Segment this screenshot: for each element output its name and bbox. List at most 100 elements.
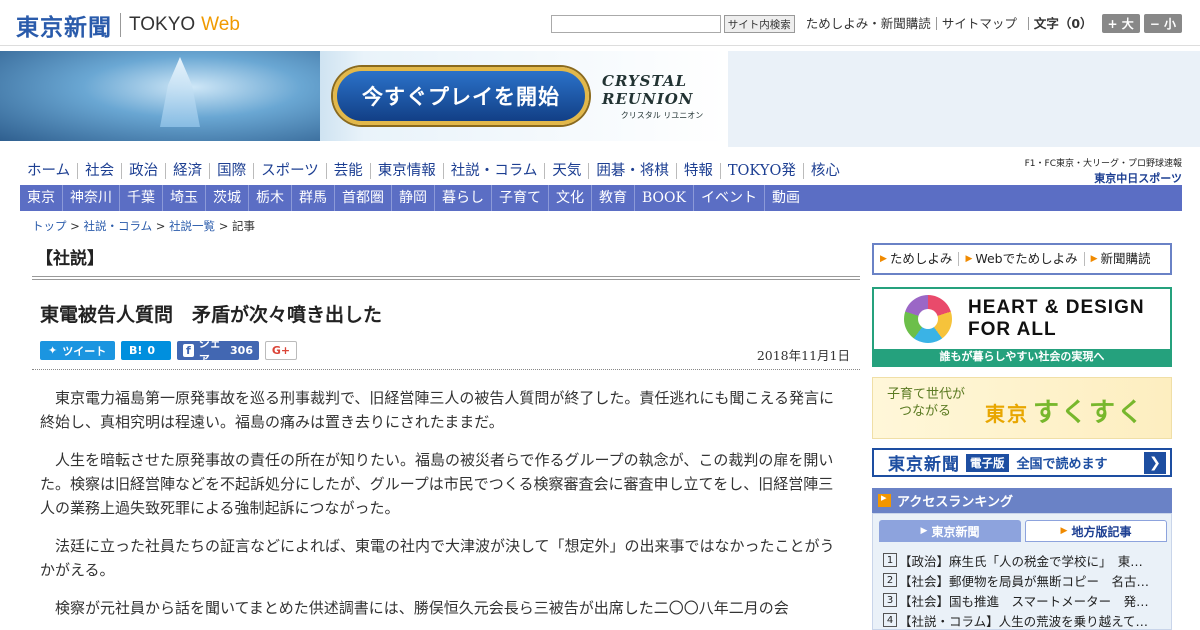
facebook-share-label: シェア: [198, 336, 221, 366]
trial-read-link[interactable]: ▶ ためしよみ: [874, 252, 958, 266]
subscribe-label: 新聞購読: [1100, 251, 1151, 266]
ranking-item[interactable]: 2 【社会】郵便物を局員が無断コピー 名古…: [883, 570, 1165, 590]
facebook-share-count: 306: [230, 344, 253, 357]
tab-label: 地方版記事: [1071, 524, 1132, 539]
digital-edition-tag: 電子版: [966, 453, 1009, 472]
subscribe-link[interactable]: ▶ 新聞購読: [1083, 251, 1157, 266]
facebook-icon: f: [183, 344, 194, 357]
nav-secondary-item-13[interactable]: BOOK: [634, 185, 693, 211]
nav-primary-item-11[interactable]: 特報: [675, 163, 720, 179]
web-trial-read-link[interactable]: ▶ Webでためしよみ: [958, 252, 1083, 266]
nav-primary-item-4[interactable]: 国際: [209, 163, 253, 179]
nav-secondary-item-4[interactable]: 茨城: [205, 185, 248, 211]
breadcrumb-top[interactable]: トップ: [32, 219, 67, 233]
tab-tokyo-shimbun[interactable]: ▶ 東京新聞: [879, 520, 1021, 542]
ranking-header: アクセスランキング: [872, 488, 1172, 513]
ranking-item[interactable]: 3 【社会】国も推進 スマートメーター 発…: [883, 590, 1165, 610]
ranking-title: アクセスランキング: [897, 495, 1013, 510]
nav-secondary-item-3[interactable]: 埼玉: [162, 185, 205, 211]
logo-en: TOKYO: [129, 14, 196, 35]
top-link-sitemap[interactable]: サイトマップ: [935, 17, 1022, 30]
rank-text: 【社会】国も推進 スマートメーター 発…: [899, 593, 1149, 609]
arrow-icon: ▶: [920, 526, 928, 536]
subscription-links: ▶ ためしよみ ▶ Webでためしよみ ▶ 新聞購読: [872, 243, 1172, 275]
tweet-label: ツイート: [62, 344, 107, 358]
breadcrumb-separator: >: [152, 219, 170, 233]
banner-game-logo: CRYSTAL REUNION クリスタル リユニオン: [602, 65, 722, 127]
tab-label: 東京新聞: [931, 524, 980, 539]
tweet-button[interactable]: ✦ ツイート: [40, 341, 115, 360]
nav-primary-item-8[interactable]: 社説・コラム: [442, 163, 545, 179]
nav-primary-item-6[interactable]: 芸能: [325, 163, 370, 179]
twitter-icon: ✦: [48, 344, 58, 357]
chevron-right-icon: ❯: [1144, 452, 1166, 474]
nav-secondary-item-8[interactable]: 静岡: [391, 185, 434, 211]
nav-secondary-item-15[interactable]: 動画: [763, 185, 807, 211]
top-link-subscribe[interactable]: ためしよみ・新聞購読: [801, 17, 936, 30]
banner-artwork: [0, 51, 320, 141]
section-label: 【社説】: [36, 249, 104, 269]
hatena-bookmark-button[interactable]: B! 0: [121, 341, 171, 360]
heart-design-caption: 誰もが暮らしやすい社会の実現へ: [874, 349, 1170, 365]
chunichi-sports-link[interactable]: F1・FC東京・大リーグ・プロ野球速報 東京中日スポーツ: [1025, 156, 1182, 186]
google-plus-button[interactable]: G+: [265, 341, 297, 360]
nav-secondary-item-9[interactable]: 暮らし: [434, 185, 491, 211]
nav-primary-item-5[interactable]: スポーツ: [253, 163, 326, 179]
article-paragraph: 検察が元社員から話を聞いてまとめた供述調書には、勝俣恒久元会長ら三被告が出席した…: [55, 599, 789, 617]
font-size-up-button[interactable]: + 大: [1101, 14, 1140, 33]
header-side-background: [728, 51, 1200, 147]
sukusuku-tagline-2: つながる: [899, 404, 952, 419]
social-share-bar: ✦ ツイート B! 0 f シェア 306 G+: [40, 337, 303, 366]
nav-primary-item-7[interactable]: 東京情報: [369, 163, 443, 179]
nav-primary-item-9[interactable]: 天気: [544, 163, 588, 179]
font-size-down-button[interactable]: − 小: [1143, 14, 1182, 33]
banner-play-button[interactable]: 今すぐプレイを開始: [333, 67, 589, 125]
nav-primary-item-1[interactable]: 社会: [77, 163, 121, 179]
nav-secondary-item-6[interactable]: 群馬: [291, 185, 334, 211]
facebook-share-button[interactable]: f シェア 306: [177, 337, 259, 366]
ad-banner[interactable]: 今すぐプレイを開始 CRYSTAL REUNION クリスタル リユニオン: [0, 51, 728, 141]
nav-secondary-item-5[interactable]: 栃木: [248, 185, 291, 211]
heart-design-banner[interactable]: HEART & DESIGN FOR ALL 誰もが暮らしやすい社会の実現へ: [872, 287, 1172, 367]
nav-primary-item-10[interactable]: 囲碁・将棋: [588, 163, 676, 179]
nav-primary-item-12[interactable]: TOKYO発: [719, 163, 803, 179]
chunichi-sports-tagline: F1・FC東京・大リーグ・プロ野球速報: [1024, 159, 1182, 169]
site-logo[interactable]: 東京新聞 TOKYO Web: [16, 8, 240, 42]
nav-secondary-item-1[interactable]: 神奈川: [62, 185, 119, 211]
rank-number: 2: [883, 573, 897, 587]
nav-primary-item-3[interactable]: 経済: [165, 163, 209, 179]
article-date: 2018年11月1日: [756, 348, 850, 363]
breadcrumb-separator: >: [215, 219, 233, 233]
ranking-item[interactable]: 1 【政治】麻生氏「人の税金で学校に」 東…: [883, 550, 1165, 570]
digital-edition-text: 全国で読めます: [1016, 457, 1108, 472]
sukusuku-banner[interactable]: 子育て世代が つながる 東京 すくすく: [872, 377, 1172, 439]
sukusuku-city: 東京: [985, 402, 1029, 426]
nav-secondary-item-14[interactable]: イベント: [692, 185, 764, 211]
digital-edition-banner[interactable]: 東京新聞 電子版 全国で読めます ❯: [872, 448, 1172, 477]
trial-read-label: ためしよみ: [889, 251, 953, 266]
breadcrumb-current: 記事: [232, 219, 256, 233]
nav-secondary-item-11[interactable]: 文化: [548, 185, 591, 211]
nav-secondary-item-0[interactable]: 東京: [20, 185, 62, 211]
nav-secondary-item-10[interactable]: 子育て: [491, 185, 548, 211]
tab-local-edition[interactable]: ▶ 地方版記事: [1025, 520, 1167, 542]
nav-secondary-item-2[interactable]: 千葉: [119, 185, 162, 211]
rank-text: 【政治】麻生氏「人の税金で学校に」 東…: [899, 553, 1143, 569]
rank-number: 3: [883, 593, 897, 607]
nav-primary-item-2[interactable]: 政治: [121, 163, 165, 179]
nav-primary-item-0[interactable]: ホーム: [20, 163, 77, 179]
article-paragraph: 法廷に立った社員たちの証言などによれば、東電の社内で大津波が決して「想定外」の出…: [40, 537, 835, 579]
site-search-button[interactable]: サイト内検索: [723, 14, 795, 33]
site-header: 東京新聞 TOKYO Web サイト内検索 ためしよみ・新聞購読 サイトマップ …: [0, 0, 1200, 46]
ranking-item[interactable]: 4 【社説・コラム】人生の荒波を乗り越えて…: [883, 610, 1165, 630]
nav-primary-item-13[interactable]: 核心: [802, 163, 847, 179]
nav-secondary-item-12[interactable]: 教育: [591, 185, 634, 211]
breadcrumb-editorial-list[interactable]: 社説一覧: [169, 219, 215, 233]
site-search-input[interactable]: [550, 14, 721, 33]
hatena-count: 0: [147, 344, 156, 357]
article-title: 東電被告人質問 矛盾が次々噴き出した: [40, 304, 383, 326]
breadcrumb-editorial[interactable]: 社説・コラム: [83, 219, 152, 233]
ranking-icon: [878, 491, 891, 507]
nav-secondary-item-7[interactable]: 首都圏: [334, 185, 391, 211]
top-toolbar: サイト内検索 ためしよみ・新聞購読 サイトマップ 文字（0） + 大 − 小: [550, 14, 1182, 33]
